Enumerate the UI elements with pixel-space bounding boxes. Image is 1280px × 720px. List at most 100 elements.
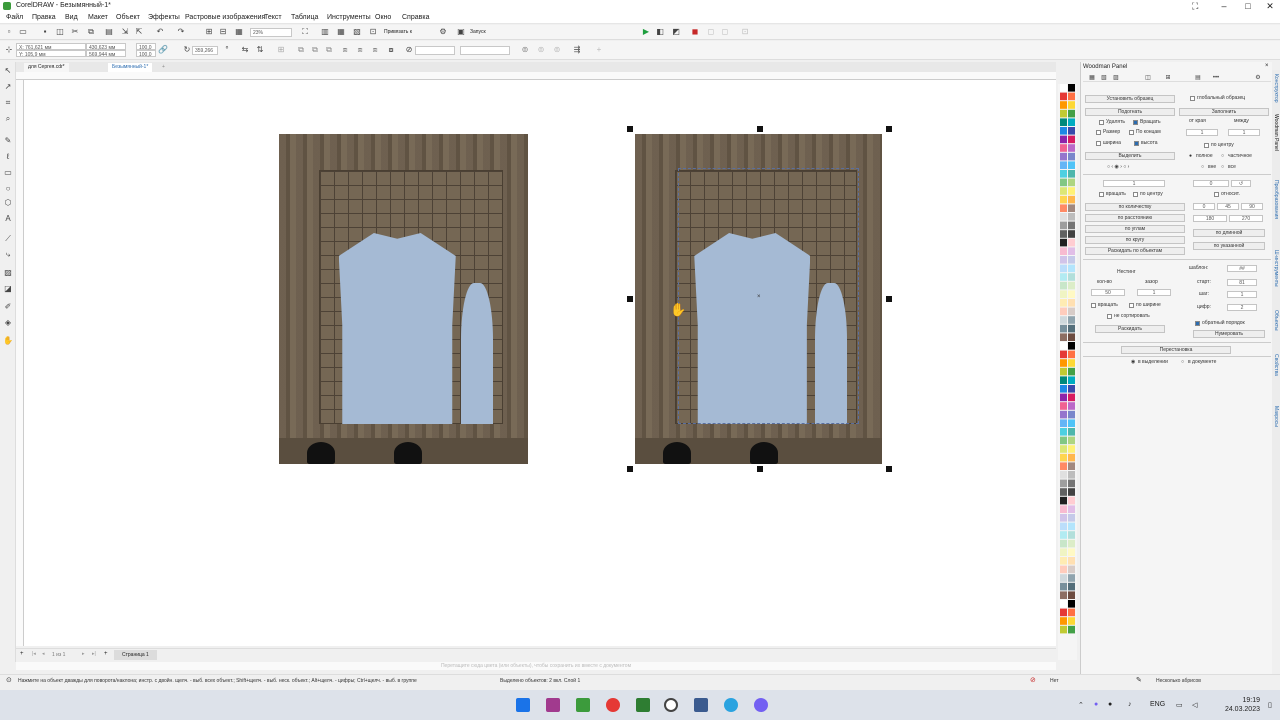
palette-swatch[interactable] bbox=[1068, 92, 1075, 101]
angle-90-button[interactable]: 90 bbox=[1241, 203, 1263, 210]
palette-swatch[interactable] bbox=[1068, 402, 1075, 410]
pick-tool-icon[interactable]: ↖ bbox=[3, 66, 13, 76]
palette-swatch[interactable] bbox=[1060, 92, 1067, 101]
lock-ratio-icon[interactable]: 🔗 bbox=[158, 45, 168, 55]
palette-swatch[interactable] bbox=[1060, 453, 1067, 462]
options-gear-icon[interactable]: ⚙ bbox=[438, 27, 448, 37]
menu-help[interactable]: Справка bbox=[402, 14, 429, 21]
width-checkbox[interactable] bbox=[1096, 141, 1101, 146]
palette-swatch[interactable] bbox=[1060, 281, 1067, 290]
play-macro-icon[interactable]: ▶ bbox=[641, 27, 651, 37]
last-page-icon[interactable]: ▸| bbox=[92, 651, 96, 657]
tab-document-1[interactable]: для Сергея.cdr* bbox=[24, 63, 69, 72]
palette-swatch[interactable] bbox=[1068, 187, 1075, 195]
palette-swatch[interactable] bbox=[1068, 359, 1075, 367]
new-document-icon[interactable]: ▫ bbox=[4, 27, 14, 37]
palette-swatch[interactable] bbox=[1068, 281, 1075, 290]
telegram-icon[interactable] bbox=[724, 698, 738, 712]
x-position-field[interactable]: X: 761,621 мм bbox=[16, 43, 86, 51]
palette-swatch[interactable] bbox=[1068, 118, 1075, 126]
tab-sh-tools[interactable]: Ш-инструменты bbox=[1273, 250, 1279, 287]
tab-properties[interactable]: Свойства bbox=[1273, 354, 1279, 376]
tab-woodman-panel[interactable]: Woodman Panel bbox=[1273, 114, 1279, 151]
start-menu-icon[interactable] bbox=[516, 698, 530, 712]
by-distance-button[interactable]: по расстоянию bbox=[1085, 214, 1185, 222]
palette-swatch[interactable] bbox=[1068, 471, 1075, 479]
numerate-button[interactable]: Нумеровать bbox=[1193, 330, 1265, 338]
palette-swatch[interactable] bbox=[1060, 410, 1067, 419]
palette-swatch[interactable] bbox=[1060, 290, 1067, 298]
palette-swatch[interactable] bbox=[1068, 324, 1075, 333]
selection-handle-top-right[interactable] bbox=[886, 126, 892, 132]
tool-icon-5[interactable]: ⊞ bbox=[1163, 73, 1173, 83]
transparency-tool-icon[interactable]: ◪ bbox=[3, 284, 13, 294]
palette-swatch[interactable] bbox=[1068, 436, 1075, 445]
palette-swatch[interactable] bbox=[1068, 221, 1075, 230]
tab-transformations[interactable]: Преобразования bbox=[1273, 180, 1279, 219]
select-mode-radios[interactable]: ○ ‹ ◉ › ○ › bbox=[1107, 164, 1129, 170]
palette-swatch[interactable] bbox=[1068, 256, 1075, 264]
export-icon[interactable]: ⇱ bbox=[134, 27, 144, 37]
palette-swatch[interactable] bbox=[1068, 204, 1075, 212]
palette-swatch[interactable] bbox=[1060, 393, 1067, 402]
show-grid-icon[interactable]: ▦ bbox=[336, 27, 346, 37]
palette-swatch[interactable] bbox=[1068, 152, 1075, 161]
mirror-horizontal-icon[interactable]: ⇆ bbox=[240, 45, 250, 55]
palette-swatches[interactable] bbox=[1058, 84, 1077, 660]
in-selection-radio[interactable]: ◉ bbox=[1131, 359, 1135, 365]
tool-icon-1[interactable]: ▦ bbox=[1087, 73, 1097, 83]
language-indicator[interactable]: ENG bbox=[1150, 701, 1165, 708]
undo-icon[interactable]: ↶ bbox=[155, 27, 165, 37]
rotate2-checkbox[interactable] bbox=[1099, 192, 1104, 197]
menu-object[interactable]: Объект bbox=[116, 14, 140, 21]
fill-none-icon[interactable]: ⊘ bbox=[1030, 676, 1036, 684]
palette-swatch[interactable] bbox=[1060, 264, 1067, 273]
palette-swatch[interactable] bbox=[1068, 617, 1075, 625]
distribute-button[interactable]: Раскидать bbox=[1095, 325, 1165, 333]
maximize-button[interactable]: □ bbox=[1236, 0, 1260, 12]
tray-mic-icon[interactable]: ♪ bbox=[1128, 701, 1132, 708]
import-file-icon[interactable]: ⊞ bbox=[204, 27, 214, 37]
palette-swatch[interactable] bbox=[1060, 247, 1067, 255]
rotate-button[interactable]: ↺ bbox=[1231, 180, 1251, 187]
palette-swatch[interactable] bbox=[1068, 273, 1075, 281]
tool-icon-4[interactable]: ◫ bbox=[1143, 73, 1153, 83]
minimize-button[interactable]: – bbox=[1212, 0, 1236, 12]
palette-swatch[interactable] bbox=[1060, 565, 1067, 574]
palette-swatch[interactable] bbox=[1060, 608, 1067, 617]
palette-swatch[interactable] bbox=[1060, 256, 1067, 264]
rotate-checkbox[interactable] bbox=[1133, 120, 1138, 125]
by-ends-checkbox[interactable] bbox=[1129, 130, 1134, 135]
opera-icon[interactable] bbox=[606, 698, 620, 712]
app-icon-4[interactable] bbox=[694, 698, 708, 712]
palette-swatch[interactable] bbox=[1068, 582, 1075, 591]
palette-swatch[interactable] bbox=[1060, 428, 1067, 436]
start-input[interactable]: 81 bbox=[1227, 279, 1257, 286]
palette-swatch[interactable] bbox=[1060, 531, 1067, 539]
palette-swatch[interactable] bbox=[1060, 514, 1067, 522]
angle-270-button[interactable]: 270 bbox=[1229, 215, 1263, 222]
global-sample-checkbox[interactable] bbox=[1190, 96, 1195, 101]
freehand-tool-icon[interactable]: ✎ bbox=[3, 136, 13, 146]
outside-radio[interactable]: ○ bbox=[1201, 164, 1204, 170]
palette-swatch[interactable] bbox=[1068, 170, 1075, 178]
palette-swatch[interactable] bbox=[1068, 342, 1075, 350]
menu-file[interactable]: Файл bbox=[6, 14, 23, 21]
copy-icon[interactable]: ⧉ bbox=[86, 27, 96, 37]
account-icon[interactable]: ⛶ bbox=[1192, 1, 1198, 12]
palette-swatch[interactable] bbox=[1060, 385, 1067, 393]
add-tab-button[interactable]: + bbox=[158, 63, 169, 72]
menu-window[interactable]: Окно bbox=[375, 14, 391, 21]
palette-swatch[interactable] bbox=[1068, 608, 1075, 617]
drawing-canvas[interactable]: × ✋ bbox=[24, 80, 1056, 646]
palette-swatch[interactable] bbox=[1060, 522, 1067, 531]
palette-swatch[interactable] bbox=[1068, 410, 1075, 419]
palette-swatch[interactable] bbox=[1060, 342, 1067, 350]
paste-icon[interactable]: ▤ bbox=[104, 27, 114, 37]
palette-swatch[interactable] bbox=[1068, 453, 1075, 462]
selection-handle-right[interactable] bbox=[886, 296, 892, 302]
vertical-ruler[interactable] bbox=[16, 80, 24, 646]
prev-page-icon[interactable]: ◂ bbox=[42, 651, 45, 657]
full-radio[interactable]: ● bbox=[1189, 153, 1192, 159]
ungroup-all-icon[interactable]: ⧉ bbox=[324, 45, 334, 55]
